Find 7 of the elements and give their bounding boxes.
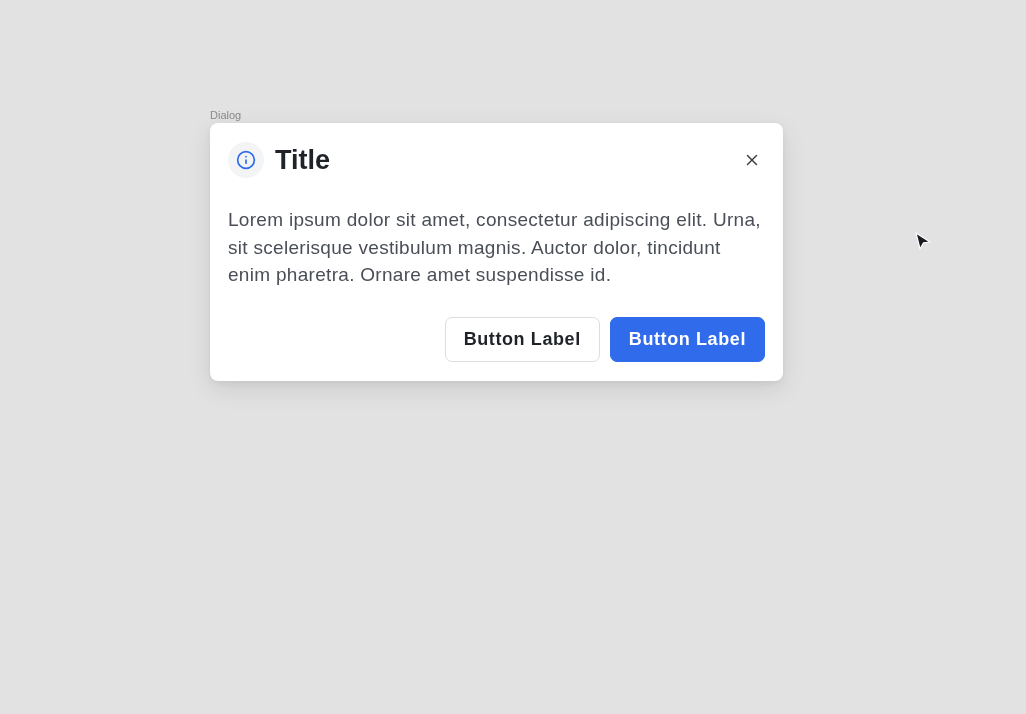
dialog-title: Title [275, 144, 331, 177]
cursor-icon [915, 232, 931, 250]
dialog-body: Lorem ipsum dolor sit amet, consectetur adipiscing elit. Urna, sit scelerisque vestibulum magnis. Auctor dolor, tincidunt enim pharetra. Ornare amet suspendisse id. [228, 208, 762, 287]
secondary-button[interactable]: Button Label [444, 316, 600, 362]
primary-button[interactable]: Button Label [609, 316, 765, 362]
canvas-label: Dialog [210, 108, 242, 122]
info-icon [228, 142, 264, 178]
